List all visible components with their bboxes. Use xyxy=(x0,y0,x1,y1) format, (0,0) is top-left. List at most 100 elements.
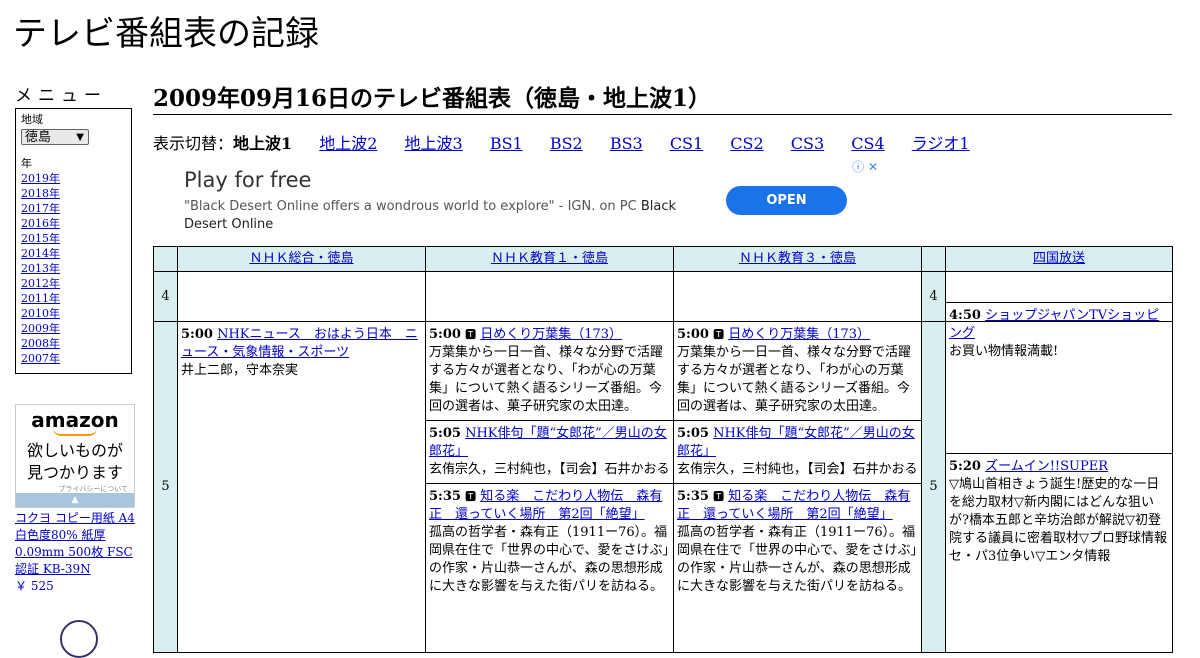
amazon-copy-line1: 欲しいものが xyxy=(26,441,123,460)
empty-cell xyxy=(177,271,426,322)
year-link-2012[interactable]: 2012年 xyxy=(21,276,131,291)
year-link-2014[interactable]: 2014年 xyxy=(21,246,131,261)
amazon-expand-icon[interactable]: ▲ xyxy=(16,493,134,507)
program-cell: 5:00 🆃 日めくり万葉集（173） 万葉集から一日一首、様々な分野で活躍する… xyxy=(425,321,674,653)
site-title: テレビ番組表の記録 xyxy=(13,14,319,54)
channel-link-nhk-edu1[interactable]: ＮＨＫ教育１・徳島 xyxy=(491,251,608,266)
program-desc: 孤高の哲学者・森有正（1911ー76）。福岡県在住で「世界の中心で、愛をさけぶ」… xyxy=(677,525,917,594)
header-corner xyxy=(921,246,946,272)
tv-icon: 🆃 xyxy=(713,328,725,341)
program-title-link[interactable]: NHKニュース おはよう日本 ニュース・気象情報・スポーツ xyxy=(181,327,418,360)
program: 5:05 NHK俳句「題“女郎花”／男山の女郎花」 玄侑宗久，三村純也，【司会】… xyxy=(426,421,673,484)
switch-link-terrestrial2[interactable]: 地上波2 xyxy=(319,134,377,153)
ad-info-close-icon[interactable]: ⓘ ✕ xyxy=(852,158,878,175)
channel-header: 四国放送 xyxy=(945,246,1173,272)
program: 5:20 ズームイン!!SUPER ▽鳩山首相きょう誕生!歴史的な一日を総力取材… xyxy=(946,454,1172,570)
ad-description: "Black Desert Online offers a wondrous w… xyxy=(184,198,704,234)
switch-current: 地上波1 xyxy=(233,134,293,153)
region-label: 地域 xyxy=(21,113,43,126)
region-select-value: 徳島 xyxy=(25,130,52,145)
program-title-link[interactable]: 知る楽 こだわり人物伝 森有正 還っていく場所 第2回「絶望」 xyxy=(429,489,662,522)
sidebar: メニュー 地域 徳島 ▼ 年 2019年 2018年 2017年 2016年 2… xyxy=(15,86,136,595)
switch-label: 表示切替： xyxy=(153,134,234,153)
program-title-link[interactable]: NHK俳句「題“女郎花”／男山の女郎花」 xyxy=(429,426,667,459)
program-title-link[interactable]: ショップジャパンTVショッピング xyxy=(949,308,1159,341)
program-desc: 玄侑宗久，三村純也，【司会】石井かおる xyxy=(429,462,670,477)
program: 5:00 NHKニュース おはよう日本 ニュース・気象情報・スポーツ 井上二郎，… xyxy=(178,322,425,384)
switch-link-bs3[interactable]: BS3 xyxy=(610,134,643,153)
page-heading: 2009年09月16日のテレビ番組表（徳島・地上波1） xyxy=(153,84,1172,115)
program-title-link[interactable]: NHK俳句「題“女郎花”／男山の女郎花」 xyxy=(677,426,915,459)
hour-label: 4 xyxy=(921,271,946,322)
grid-header-row: ＮＨＫ総合・徳島 ＮＨＫ教育１・徳島 ＮＨＫ教育３・徳島 四国放送 xyxy=(153,246,1173,272)
hour-row-5: 5 5:00 NHKニュース おはよう日本 ニュース・気象情報・スポーツ 井上二… xyxy=(153,302,1173,653)
program-time: 5:00 xyxy=(677,327,709,342)
program-title-link[interactable]: 知る楽 こだわり人物伝 森有正 還っていく場所 第2回「絶望」 xyxy=(677,489,910,522)
program-title-link[interactable]: 日めくり万葉集（173） xyxy=(480,327,622,342)
program: 4:50 ショップジャパンTVショッピング お買い物情報満載! xyxy=(946,302,1172,454)
switch-link-cs4[interactable]: CS4 xyxy=(851,134,884,153)
hour-label: 5 xyxy=(921,321,946,653)
program-cell: 5:00 NHKニュース おはよう日本 ニュース・気象情報・スポーツ 井上二郎，… xyxy=(177,321,426,653)
year-link-2015[interactable]: 2015年 xyxy=(21,231,131,246)
year-link-2019[interactable]: 2019年 xyxy=(21,171,131,186)
empty-cell xyxy=(425,271,674,322)
dropdown-arrow-icon: ▼ xyxy=(76,132,84,143)
empty-cell xyxy=(673,271,922,322)
program-desc: 井上二郎，守本奈実 xyxy=(181,363,299,378)
switch-link-cs2[interactable]: CS2 xyxy=(730,134,763,153)
switch-link-bs2[interactable]: BS2 xyxy=(550,134,583,153)
program-desc: 万葉集から一日一首、様々な分野で活躍する方々が選者となり、「わが心の万葉集」につ… xyxy=(677,345,912,414)
year-link-2013[interactable]: 2013年 xyxy=(21,261,131,276)
switch-link-cs3[interactable]: CS3 xyxy=(791,134,824,153)
ad-title: Play for free xyxy=(184,168,312,192)
product-link[interactable]: コクヨ コピー用紙 A4 白色度80% 紙厚 0.09mm 500枚 FSC認証… xyxy=(15,510,135,578)
year-link-2011[interactable]: 2011年 xyxy=(21,291,131,306)
program-title-link[interactable]: 日めくり万葉集（173） xyxy=(728,327,870,342)
channel-switcher: 表示切替：地上波1 地上波2 地上波3 BS1 BS2 BS3 CS1 CS2 … xyxy=(153,134,992,154)
main-content: 2009年09月16日のテレビ番組表（徳島・地上波1） 表示切替：地上波1 地上… xyxy=(153,84,1172,245)
ad-open-button[interactable]: OPEN xyxy=(726,186,847,215)
menu-box: 地域 徳島 ▼ 年 2019年 2018年 2017年 2016年 2015年 … xyxy=(15,108,132,374)
year-link-2018[interactable]: 2018年 xyxy=(21,186,131,201)
switch-link-terrestrial3[interactable]: 地上波3 xyxy=(405,134,463,153)
switch-link-cs1[interactable]: CS1 xyxy=(670,134,703,153)
year-link-2007[interactable]: 2007年 xyxy=(21,351,131,366)
product-price: ￥ 525 xyxy=(15,579,54,593)
channel-link-nhk-edu3[interactable]: ＮＨＫ教育３・徳島 xyxy=(739,251,856,266)
program-cell: 4:50 ショップジャパンTVショッピング お買い物情報満載! 5:20 ズーム… xyxy=(945,302,1173,653)
hour-label: 4 xyxy=(153,271,178,322)
program-time: 5:00 xyxy=(181,327,213,342)
region-select[interactable]: 徳島 ▼ xyxy=(21,129,89,145)
program-time: 5:20 xyxy=(949,459,981,474)
year-link-2008[interactable]: 2008年 xyxy=(21,336,131,351)
program-grid: ＮＨＫ総合・徳島 ＮＨＫ教育１・徳島 ＮＨＫ教育３・徳島 四国放送 4 4 5 … xyxy=(153,246,1173,653)
year-link-2017[interactable]: 2017年 xyxy=(21,201,131,216)
amazon-logo: amazon xyxy=(31,408,119,432)
year-link-2016[interactable]: 2016年 xyxy=(21,216,131,231)
switch-link-bs1[interactable]: BS1 xyxy=(490,134,523,153)
program-desc: お買い物情報満載! xyxy=(949,344,1059,359)
display-ad[interactable]: Play for free "Black Desert Online offer… xyxy=(153,156,880,245)
program: 5:05 NHK俳句「題“女郎花”／男山の女郎花」 玄侑宗久，三村純也，【司会】… xyxy=(674,421,921,484)
channel-link-shikoku[interactable]: 四国放送 xyxy=(1033,251,1085,266)
year-link-2010[interactable]: 2010年 xyxy=(21,306,131,321)
program-title-link[interactable]: ズームイン!!SUPER xyxy=(985,459,1108,474)
program-desc: ▽鳩山首相きょう誕生!歴史的な一日を総力取材▽新内閣にはどんな狙いが?橋本五郎と… xyxy=(949,477,1167,564)
tv-icon: 🆃 xyxy=(713,490,725,503)
ad-desc-text: "Black Desert Online offers a wondrous w… xyxy=(184,199,637,214)
program-time: 5:00 xyxy=(429,327,461,342)
program-desc: 玄侑宗久，三村純也，【司会】石井かおる xyxy=(677,462,918,477)
program-desc: 万葉集から一日一首、様々な分野で活躍する方々が選者となり、「わが心の万葉集」につ… xyxy=(429,345,664,414)
amazon-copy-line2: 見つかります xyxy=(26,463,123,482)
program-desc: 孤高の哲学者・森有正（1911ー76）。福岡県在住で「世界の中心で、愛をさけぶ」… xyxy=(429,525,669,594)
badge-icon xyxy=(60,620,98,658)
program: 5:35 🆃 知る楽 こだわり人物伝 森有正 還っていく場所 第2回「絶望」 孤… xyxy=(426,484,673,600)
menu-title: メニュー xyxy=(15,86,107,106)
switch-link-radio1[interactable]: ラジオ1 xyxy=(912,134,970,153)
amazon-ad[interactable]: amazon 欲しいものが 見つかります プライバシーについて ▲ xyxy=(15,404,135,508)
header-corner xyxy=(153,246,178,272)
year-link-2009[interactable]: 2009年 xyxy=(21,321,131,336)
program-time: 5:35 xyxy=(677,489,709,504)
channel-link-nhk-sogo[interactable]: ＮＨＫ総合・徳島 xyxy=(249,251,353,266)
